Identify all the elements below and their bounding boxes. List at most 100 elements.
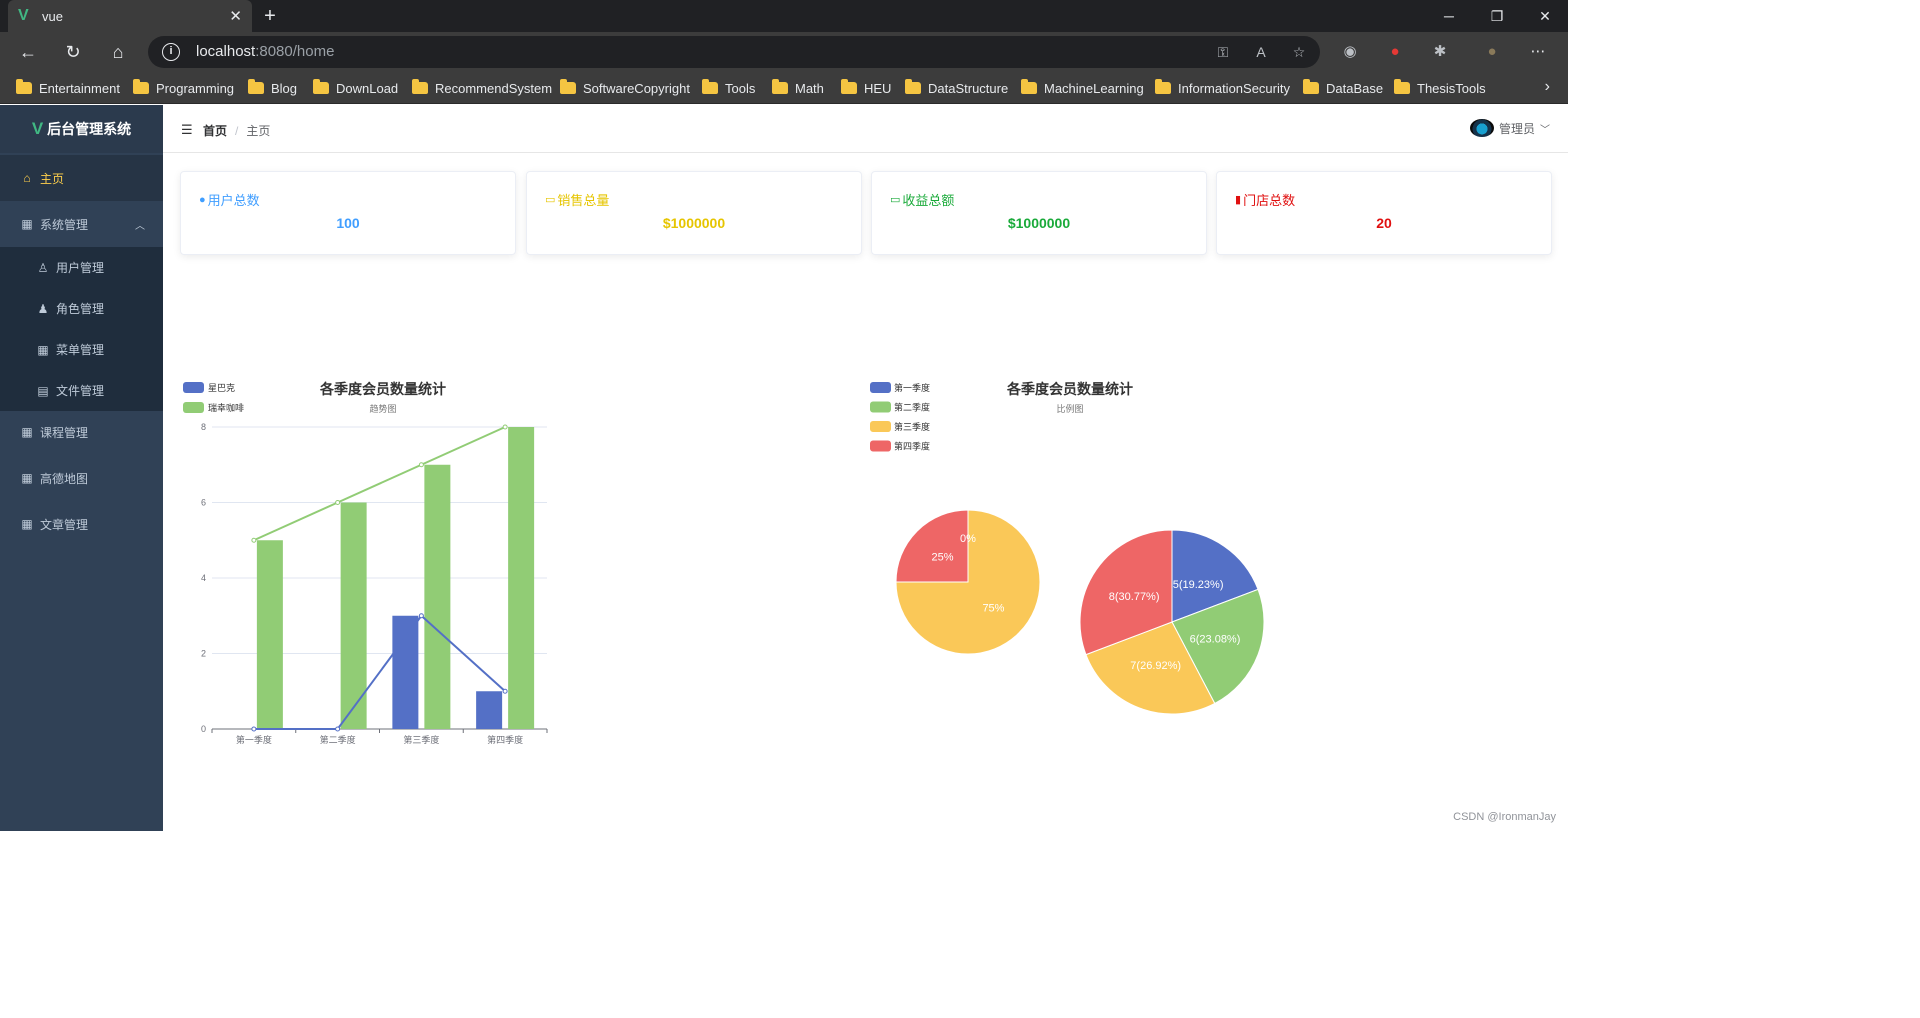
folder-icon <box>248 79 264 94</box>
chart-title: 各季度会员数量统计 <box>1006 381 1133 397</box>
chevron-right-icon[interactable]: › <box>1545 78 1550 96</box>
sidebar-item-system[interactable]: ▦ 系统管理 ︿ <box>0 201 163 247</box>
restore-button[interactable]: ❐ <box>1482 4 1512 28</box>
line-point <box>418 613 424 619</box>
address-bar[interactable]: i localhost:8080/home ⚿ A ☆ <box>148 36 1320 68</box>
money-icon: ▭ <box>545 194 556 206</box>
folder-icon <box>1021 79 1037 94</box>
sidebar-item-articles[interactable]: ▦ 文章管理 <box>0 501 163 547</box>
slice-label: 7(26.92%) <box>1130 660 1181 672</box>
vue-logo-icon: V <box>31 119 44 138</box>
bookmark-folder[interactable]: ThesisTools <box>1394 79 1486 97</box>
slice-label: 75% <box>982 602 1004 614</box>
vue-logo-icon: V <box>18 7 29 24</box>
back-icon[interactable]: ← <box>14 38 42 66</box>
menu-icon: ▦ <box>21 517 33 531</box>
key-icon[interactable]: ⚿ <box>1214 43 1232 61</box>
menu-icon: ▦ <box>21 425 33 439</box>
sidebar-brand: V 后台管理系统 <box>0 105 163 153</box>
folder-icon <box>1155 79 1171 94</box>
bookmark-folder[interactable]: MachineLearning <box>1021 79 1144 97</box>
sidebar-item-courses[interactable]: ▦ 课程管理 <box>0 409 163 455</box>
sidebar-item-menus[interactable]: ▦ 菜单管理 <box>0 329 163 370</box>
y-tick-label: 0 <box>201 724 206 734</box>
reload-icon[interactable]: ↻ <box>59 38 87 66</box>
browser-tab[interactable]: V vue ✕ <box>8 0 252 32</box>
x-tick-label: 第四季度 <box>487 734 523 745</box>
y-tick-label: 8 <box>201 422 206 432</box>
user-icon: ♙ <box>37 260 49 275</box>
slice-label: 5(19.23%) <box>1173 579 1224 591</box>
folder-icon <box>16 79 32 94</box>
profile-avatar-icon[interactable]: ● <box>1480 40 1504 64</box>
bookmark-folder[interactable]: DataBase <box>1303 79 1383 97</box>
extension-adblock-icon[interactable]: ● <box>1383 40 1407 64</box>
bookmark-folder[interactable]: SoftwareCopyright <box>560 79 690 97</box>
bookmark-folder[interactable]: RecommendSystem <box>412 79 552 97</box>
legend-swatch <box>870 401 891 413</box>
new-tab-button[interactable]: + <box>258 4 282 28</box>
slice-label: 0% <box>960 533 976 545</box>
breadcrumb-home[interactable]: 首页 <box>203 124 227 138</box>
bookmark-folder[interactable]: InformationSecurity <box>1155 79 1290 97</box>
line-point <box>335 500 341 505</box>
y-tick-label: 4 <box>201 573 206 583</box>
folder-icon <box>133 79 149 94</box>
stat-value: 20 <box>1376 215 1392 231</box>
menu-icon: ▦ <box>37 342 49 357</box>
extensions-icon[interactable]: ✱ <box>1428 40 1452 64</box>
bookmark-folder[interactable]: Tools <box>702 79 755 97</box>
x-tick-label: 第三季度 <box>403 734 439 745</box>
bookmark-folder[interactable]: Blog <box>248 79 297 97</box>
slice-label: 25% <box>932 552 954 564</box>
browser-titlebar: V vue ✕ + ─ ❐ ✕ <box>0 0 1568 32</box>
bookmark-folder[interactable]: DataStructure <box>905 79 1008 97</box>
bookmark-folder[interactable]: Programming <box>133 79 234 97</box>
folder-icon <box>702 79 718 94</box>
stat-card-stores: ▮ 门店总数 20 <box>1216 171 1552 255</box>
sidebar-item-home[interactable]: ⌂ 主页 <box>0 155 163 201</box>
chevron-down-icon: ﹀ <box>1540 124 1550 136</box>
minimize-button[interactable]: ─ <box>1434 4 1464 28</box>
favorite-icon[interactable]: ☆ <box>1290 43 1308 61</box>
pie-slice <box>895 509 969 583</box>
more-options-icon[interactable]: ⋯ <box>1526 40 1550 64</box>
bar <box>392 615 419 729</box>
app-header: ☰ 首页 / 主页 管理员 ﹀ <box>163 105 1568 153</box>
y-tick-label: 2 <box>201 649 206 659</box>
sidebar-item-roles[interactable]: ♟ 角色管理 <box>0 288 163 329</box>
line-point <box>418 462 424 468</box>
bookmark-folder[interactable]: Math <box>772 79 824 97</box>
bookmark-folder[interactable]: DownLoad <box>313 79 398 97</box>
stat-value: $1000000 <box>1007 215 1071 231</box>
stat-card-revenue: ▭ 收益总额 $1000000 <box>871 171 1207 255</box>
bookmark-folder[interactable]: Entertainment <box>16 79 120 97</box>
chart-subtitle: 比例图 <box>1056 403 1083 414</box>
user-dropdown[interactable]: 管理员 ﹀ <box>1469 119 1550 137</box>
avatar <box>1469 119 1494 137</box>
home-browser-icon[interactable]: ⌂ <box>104 38 132 66</box>
user-icon: ● <box>199 193 206 206</box>
close-window-button[interactable]: ✕ <box>1530 4 1560 28</box>
tab-close-icon[interactable]: ✕ <box>229 7 242 25</box>
folder-icon <box>1303 79 1319 94</box>
legend-label: 瑞幸咖啡 <box>208 402 244 413</box>
legend-swatch <box>870 421 891 432</box>
bar <box>424 464 451 729</box>
sidebar: V 后台管理系统 ⌂ 主页 ▦ 系统管理 ︿ ♙ 用户管理 ♟ 角色管理 ▦ 菜单管理 ▤… <box>0 105 163 831</box>
sidebar-item-users[interactable]: ♙ 用户管理 <box>0 247 163 288</box>
address-url[interactable]: localhost:8080/home <box>196 43 334 60</box>
site-info-icon[interactable]: i <box>162 43 180 61</box>
bar-chart: 各季度会员数量统计趋势图 星巴克瑞幸咖啡 0 2 4 6 8 第一季度 第二季度 第三季度 第四季度 <box>183 381 548 745</box>
hamburger-icon[interactable]: ☰ <box>181 122 193 138</box>
folder-icon <box>313 79 329 94</box>
sidebar-item-map[interactable]: ▦ 高德地图 <box>0 455 163 501</box>
read-aloud-icon[interactable]: A <box>1252 43 1270 61</box>
sidebar-item-files[interactable]: ▤ 文件管理 <box>0 370 163 411</box>
bookmarks-bar: Entertainment Programming Blog DownLoad … <box>0 72 1568 104</box>
extension-mask-icon[interactable]: ◉ <box>1338 40 1362 64</box>
line-point <box>502 688 508 694</box>
line-point <box>502 424 508 430</box>
bookmark-folder[interactable]: HEU <box>841 79 891 97</box>
legend-swatch <box>183 402 204 413</box>
